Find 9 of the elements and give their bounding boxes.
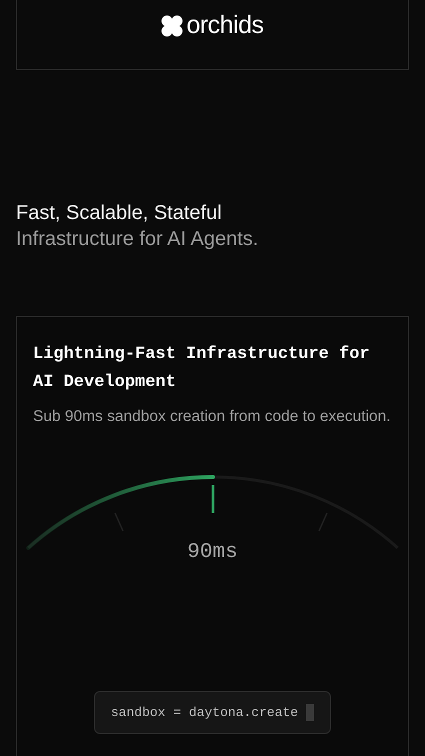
cursor-icon [306,704,314,721]
gauge-reading: 90ms [187,541,238,564]
code-text: sandbox = daytona.create [110,705,298,720]
logo-icon [161,14,184,36]
card-description: Sub 90ms sandbox creation from code to execution. [33,407,392,427]
hero-title: Fast, Scalable, Stateful [16,201,223,226]
logo-text[interactable]: orchids [186,11,264,40]
card-title: Lightning-Fast Infrastructure for AI Development [33,344,371,394]
hero-subtitle: Infrastructure for AI Agents. [16,227,260,252]
